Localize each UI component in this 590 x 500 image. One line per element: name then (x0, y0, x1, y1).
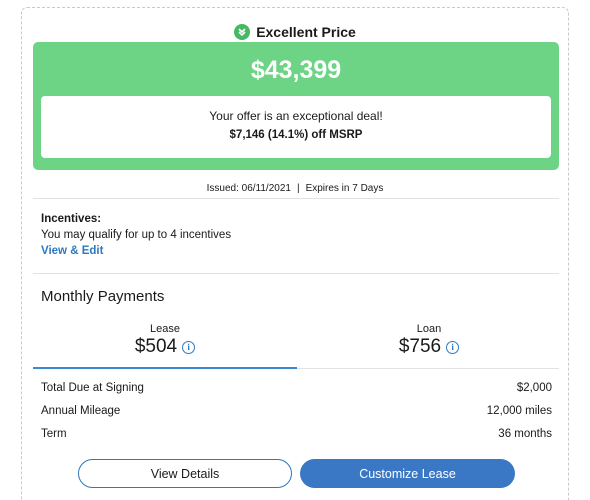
issued-separator: | (296, 183, 300, 194)
detail-value: $2,000 (516, 382, 552, 394)
offer-savings: $7,146 (14.1%) off MSRP (229, 129, 363, 141)
detail-row: Total Due at Signing $2,000 (41, 382, 552, 394)
lease-amount: $504 (134, 336, 178, 357)
tab-baseline (297, 368, 559, 369)
info-icon[interactable]: i (182, 340, 196, 354)
selected-tab-indicator (33, 367, 297, 369)
issued-info: Issued: 06/11/2021 | Expires in 7 Days (22, 183, 568, 194)
detail-value: 36 months (498, 428, 552, 440)
detail-row: Term 36 months (41, 428, 552, 440)
loan-label: Loan (416, 323, 442, 335)
offer-headline: Your offer is an exceptional deal! (209, 109, 383, 123)
incentives-description: You may qualify for up to 4 incentives (41, 229, 232, 241)
customize-lease-button[interactable]: Customize Lease (300, 459, 515, 488)
price-box: $43,399 Your offer is an exceptional dea… (33, 42, 559, 170)
offer-summary: Your offer is an exceptional deal! $7,14… (41, 96, 551, 158)
loan-amount: $756 (398, 336, 442, 357)
issued-date: Issued: 06/11/2021 (206, 183, 291, 194)
info-icon[interactable]: i (446, 340, 460, 354)
detail-row: Annual Mileage 12,000 miles (41, 405, 552, 417)
price-rating: Excellent Price (22, 24, 568, 40)
deal-card: Excellent Price $43,399 Your offer is an… (21, 7, 569, 500)
detail-label: Term (41, 428, 67, 440)
expiry-text: Expires in 7 Days (305, 183, 384, 194)
view-details-button[interactable]: View Details (78, 459, 292, 488)
offer-price: $43,399 (250, 56, 342, 84)
double-chevron-down-icon (234, 24, 251, 40)
detail-label: Total Due at Signing (41, 382, 144, 394)
incentives-section: Incentives: You may qualify for up to 4 … (41, 211, 231, 259)
incentives-title: Incentives: (41, 213, 102, 225)
detail-label: Annual Mileage (41, 405, 121, 417)
view-edit-incentives-link[interactable]: View & Edit (41, 243, 231, 259)
monthly-payments-title: Monthly Payments (41, 288, 165, 305)
tab-lease[interactable]: Lease $504 i (33, 323, 297, 358)
divider (33, 273, 559, 274)
lease-label: Lease (150, 323, 180, 335)
tab-loan[interactable]: Loan $756 i (297, 323, 561, 358)
detail-value: 12,000 miles (486, 405, 552, 417)
price-rating-label: Excellent Price (256, 24, 356, 40)
divider (33, 198, 559, 199)
